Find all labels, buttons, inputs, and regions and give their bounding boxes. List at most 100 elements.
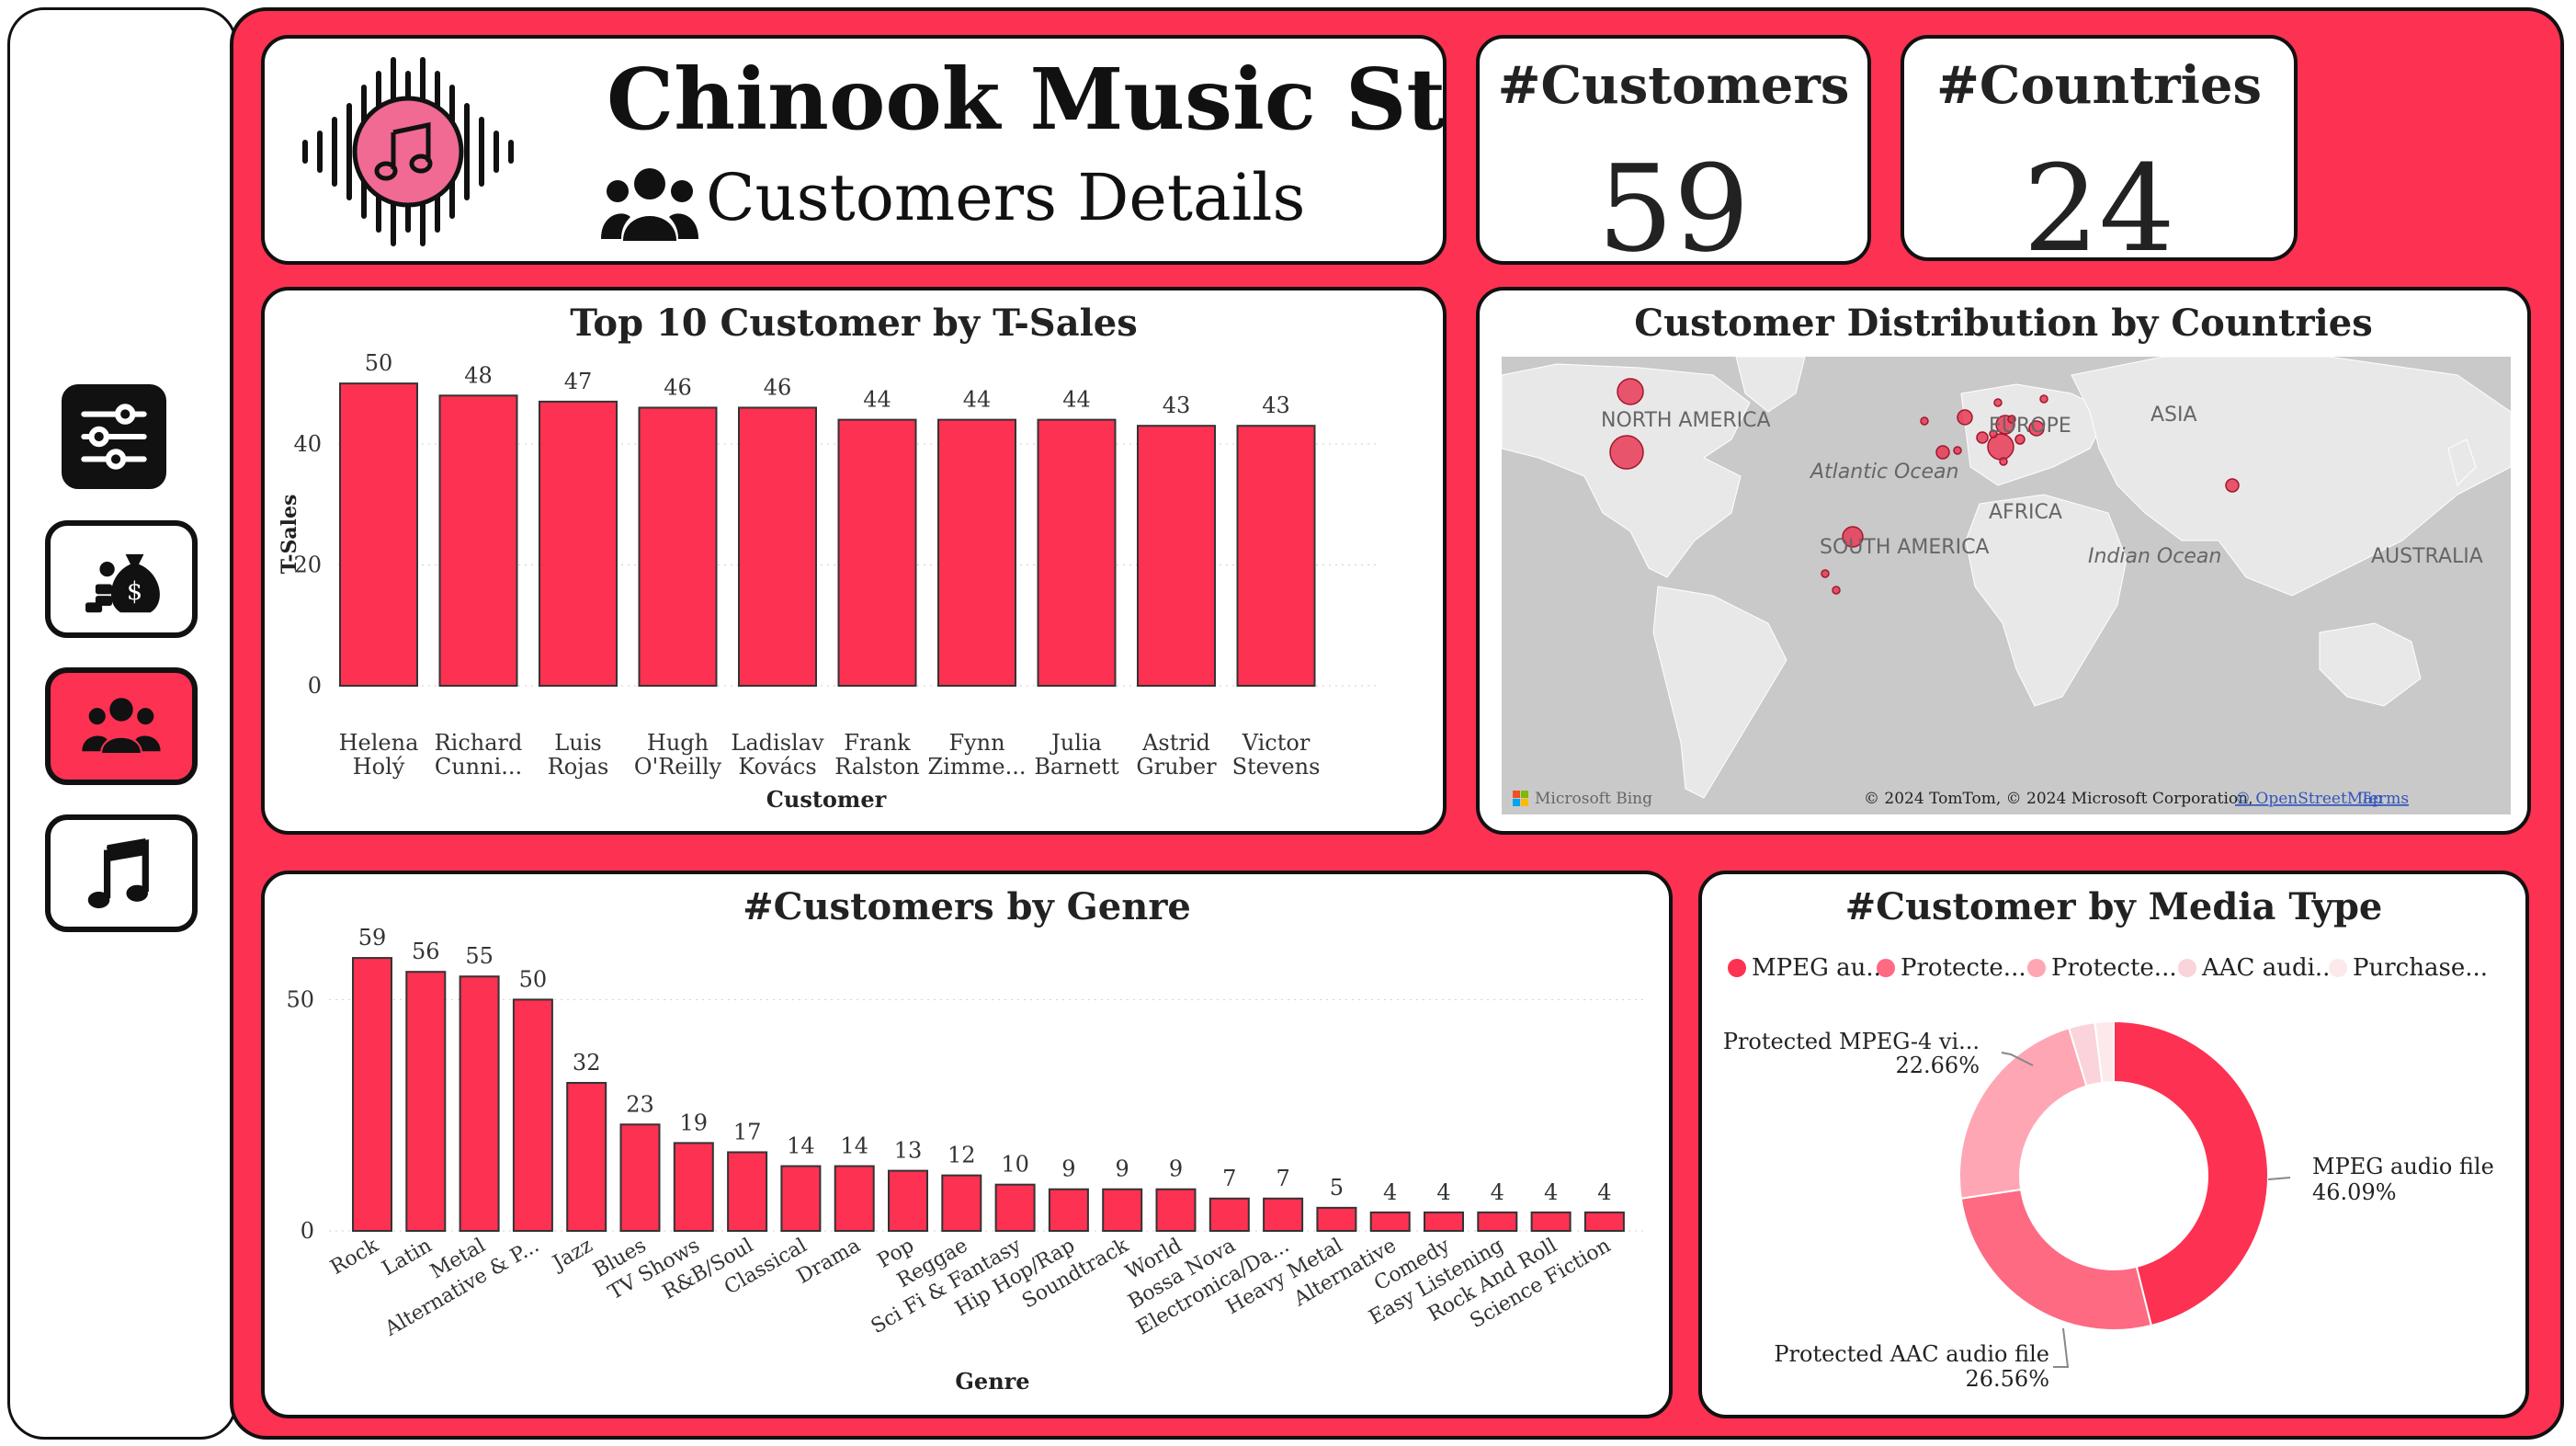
filter-sliders-icon [81, 404, 147, 470]
bar[interactable] [1263, 1197, 1304, 1233]
bar[interactable] [937, 418, 1016, 687]
x-tick-label: Julia [1049, 730, 1102, 756]
data-label: 47 [564, 369, 593, 394]
legend-label[interactable]: AAC audi... [2201, 954, 2338, 982]
customer-location-bubble[interactable] [1999, 457, 2008, 466]
bar[interactable] [1316, 1206, 1357, 1233]
y-tick-label: 50 [286, 986, 314, 1012]
x-tick-label: Ladislav [731, 730, 824, 756]
bar[interactable] [539, 400, 618, 687]
bar[interactable] [405, 971, 447, 1233]
customer-location-bubble[interactable] [1976, 431, 1989, 444]
data-label: 17 [733, 1119, 762, 1144]
data-label: 4 [1597, 1179, 1611, 1205]
bar[interactable] [459, 975, 500, 1233]
x-tick-label: Latin [379, 1235, 437, 1281]
bar[interactable] [339, 382, 418, 688]
bar[interactable] [673, 1142, 714, 1232]
bar[interactable] [1209, 1197, 1250, 1233]
sidebar: $ [7, 7, 237, 1440]
x-tick-label: Victor [1242, 730, 1311, 756]
top-customers-chart: 02040T-Sales50HelenaHolý48RichardCunni..… [278, 350, 1377, 813]
customer-location-bubble[interactable] [1920, 416, 1929, 426]
nav-customers-button[interactable] [45, 667, 198, 785]
kpi-countries-value: 24 [2023, 139, 2175, 261]
bar[interactable] [941, 1174, 982, 1233]
customer-location-bubble[interactable] [1609, 435, 1644, 470]
bar[interactable] [512, 998, 553, 1232]
bar[interactable] [619, 1123, 661, 1232]
bar[interactable] [1155, 1188, 1197, 1233]
label-asia: ASIA [2150, 404, 2197, 427]
bar[interactable] [352, 957, 392, 1232]
data-label: 44 [863, 387, 891, 413]
x-tick-label: Kovács [738, 754, 816, 780]
bar[interactable] [1037, 418, 1117, 687]
x-tick-label: Luis [554, 730, 601, 756]
bar[interactable] [438, 394, 518, 688]
world-map[interactable]: NORTH AMERICA Atlantic Ocean EUROPE ASIA… [1502, 357, 2511, 814]
data-label: 43 [1262, 393, 1290, 418]
slice-label: 26.56% [1965, 1366, 2049, 1392]
data-label: 7 [1222, 1166, 1236, 1191]
legend-label[interactable]: MPEG au... [1752, 954, 1889, 982]
page-title: Chinook Music Store [607, 50, 1446, 149]
customer-location-bubble[interactable] [2039, 394, 2048, 404]
customer-location-bubble[interactable] [1832, 586, 1841, 595]
bar[interactable] [1530, 1211, 1572, 1233]
data-label: 46 [664, 374, 692, 400]
bar[interactable] [638, 406, 718, 687]
nav-music-button[interactable] [45, 814, 198, 932]
bar[interactable] [566, 1081, 607, 1232]
bar[interactable] [727, 1151, 768, 1232]
nav-sales-button[interactable]: $ [45, 520, 198, 638]
music-note-icon [87, 837, 149, 909]
x-tick-label: Astrid [1141, 730, 1210, 756]
data-label: 56 [412, 939, 440, 964]
customer-location-bubble[interactable] [1993, 398, 2003, 407]
customer-location-bubble[interactable] [1953, 446, 1962, 455]
legend-swatch [2329, 959, 2347, 977]
bar[interactable] [1048, 1188, 1089, 1233]
bar[interactable] [888, 1169, 928, 1233]
legend-label[interactable]: Purchase... [2353, 954, 2488, 982]
customer-location-bubble[interactable] [1617, 378, 1644, 405]
bar[interactable] [1236, 425, 1316, 687]
bar[interactable] [994, 1183, 1036, 1233]
genre-chart: 05059Rock56Latin55Metal50Alternative & P… [286, 925, 1643, 1395]
bar[interactable] [1583, 1211, 1625, 1233]
legend-label[interactable]: Protecte... [1901, 954, 2026, 982]
logo-icon [302, 57, 514, 246]
legend-label[interactable]: Protecte... [2051, 954, 2177, 982]
y-tick-label: 40 [293, 431, 322, 457]
bar[interactable] [834, 1165, 875, 1233]
bar[interactable] [1477, 1211, 1518, 1233]
customer-location-bubble[interactable] [2225, 478, 2240, 493]
leader-mpeg [2267, 1177, 2291, 1180]
data-label: 50 [519, 966, 548, 992]
label-europe: EUROPE [1989, 415, 2071, 438]
bar[interactable] [1137, 425, 1216, 687]
map-card: Customer Distribution by Countries NORTH… [1476, 287, 2531, 835]
header-card: Chinook Music Store Customers Details [261, 35, 1447, 265]
customer-location-bubble[interactable] [1935, 445, 1950, 460]
bar[interactable] [780, 1165, 822, 1233]
x-tick-label: Barnett [1034, 754, 1119, 780]
bar[interactable] [1369, 1211, 1411, 1233]
bar[interactable] [837, 418, 917, 687]
bar[interactable] [1102, 1188, 1143, 1233]
donut-slice[interactable] [1959, 1188, 2153, 1331]
data-label: 4 [1383, 1179, 1397, 1205]
bar[interactable] [738, 406, 817, 687]
terms-link[interactable]: Terms [2360, 790, 2409, 808]
nav-filters-button[interactable] [62, 384, 166, 489]
x-tick-label: Hugh [647, 730, 709, 756]
genre-card: #Customers by Genre 0 50 59 Rock 56 Latin 55 Me… [261, 871, 1673, 1418]
data-label: 12 [948, 1143, 976, 1168]
customer-location-bubble[interactable] [1821, 569, 1830, 578]
data-label: 59 [358, 925, 387, 951]
bing-brand: Microsoft Bing [1535, 790, 1652, 808]
customer-location-bubble[interactable] [1957, 409, 1973, 426]
slice-label: Protected AAC audio file [1774, 1341, 2049, 1367]
bar[interactable] [1424, 1211, 1464, 1233]
